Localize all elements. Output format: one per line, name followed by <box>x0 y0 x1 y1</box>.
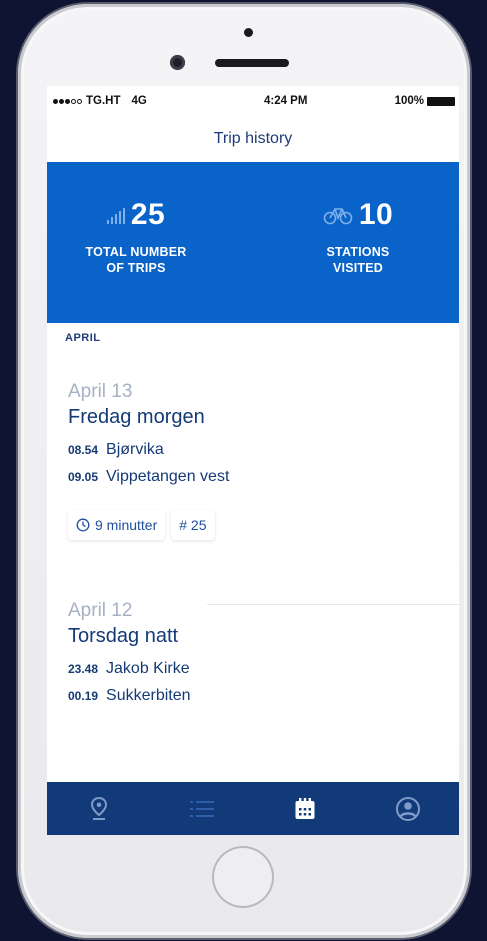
network-type: 4G <box>131 95 147 107</box>
list-icon <box>189 800 214 817</box>
tab-map[interactable] <box>79 789 119 829</box>
stations-visited-label: STATIONS VISITED <box>326 245 390 275</box>
app-screen: TG.HT 4G 4:24 PM 100% Trip history 25 TO… <box>47 86 459 835</box>
clock-icon <box>76 518 90 532</box>
trip-card[interactable]: April 13 Fredag morgen 08.54 Bjørvika 09… <box>47 353 459 540</box>
end-time: 09.05 <box>68 470 99 484</box>
trip-date: April 13 <box>68 381 133 402</box>
profile-icon <box>395 796 420 821</box>
earpiece-speaker <box>215 59 289 67</box>
front-camera <box>170 55 185 70</box>
trip-number-badge: # 25 <box>171 510 215 540</box>
tab-list[interactable] <box>182 789 222 829</box>
trip-end: 00.19 Sukkerbiten <box>68 687 459 705</box>
battery-percent: 100% <box>394 95 424 107</box>
end-station: Sukkerbiten <box>106 687 191 704</box>
end-station: Vippetangen vest <box>106 468 230 485</box>
carrier-name: TG.HT <box>86 95 121 107</box>
start-time: 23.48 <box>68 662 99 676</box>
tab-profile[interactable] <box>388 789 428 829</box>
start-station: Bjørvika <box>106 441 164 458</box>
trip-divider <box>207 604 459 605</box>
end-time: 00.19 <box>68 689 99 703</box>
page-title: Trip history <box>213 130 293 147</box>
trip-name: Fredag morgen <box>68 406 205 428</box>
bicycle-icon <box>323 208 353 225</box>
duration-badge: 9 minutter <box>68 510 166 540</box>
trip-tags: 9 minutter # 25 <box>68 510 459 540</box>
tab-history[interactable] <box>285 789 325 829</box>
map-pin-icon <box>90 796 107 820</box>
stations-visited-stat: 10 STATIONS VISITED <box>273 198 443 276</box>
trip-start: 23.48 Jakob Kirke <box>68 660 459 678</box>
clock: 4:24 PM <box>263 95 308 107</box>
status-bar: TG.HT 4G 4:24 PM 100% <box>47 86 459 116</box>
total-trips-stat: 25 TOTAL NUMBER OF TRIPS <box>51 198 221 276</box>
total-trips-label: TOTAL NUMBER OF TRIPS <box>85 245 187 275</box>
home-button[interactable] <box>212 846 274 908</box>
signal-dots-icon <box>53 95 83 107</box>
battery-icon <box>426 96 455 106</box>
signal-bars-icon <box>106 206 125 224</box>
trip-start: 08.54 Bjørvika <box>68 441 459 459</box>
trip-end: 09.05 Vippetangen vest <box>68 468 459 486</box>
start-station: Jakob Kirke <box>106 660 190 677</box>
month-header: APRIL <box>65 332 101 344</box>
duration-text: 9 minutter <box>95 517 158 533</box>
trip-name: Torsdag natt <box>68 625 179 647</box>
stations-visited-value: 10 <box>358 198 394 231</box>
trip-card[interactable]: April 12 Torsdag natt 23.48 Jakob Kirke … <box>47 540 459 705</box>
total-trips-value: 25 <box>130 198 166 231</box>
stats-banner: 25 TOTAL NUMBER OF TRIPS 10 STATIONS VIS… <box>47 162 459 323</box>
calendar-icon <box>295 797 314 819</box>
start-time: 08.54 <box>68 443 99 457</box>
tab-bar <box>47 782 459 835</box>
proximity-sensor <box>244 28 253 37</box>
